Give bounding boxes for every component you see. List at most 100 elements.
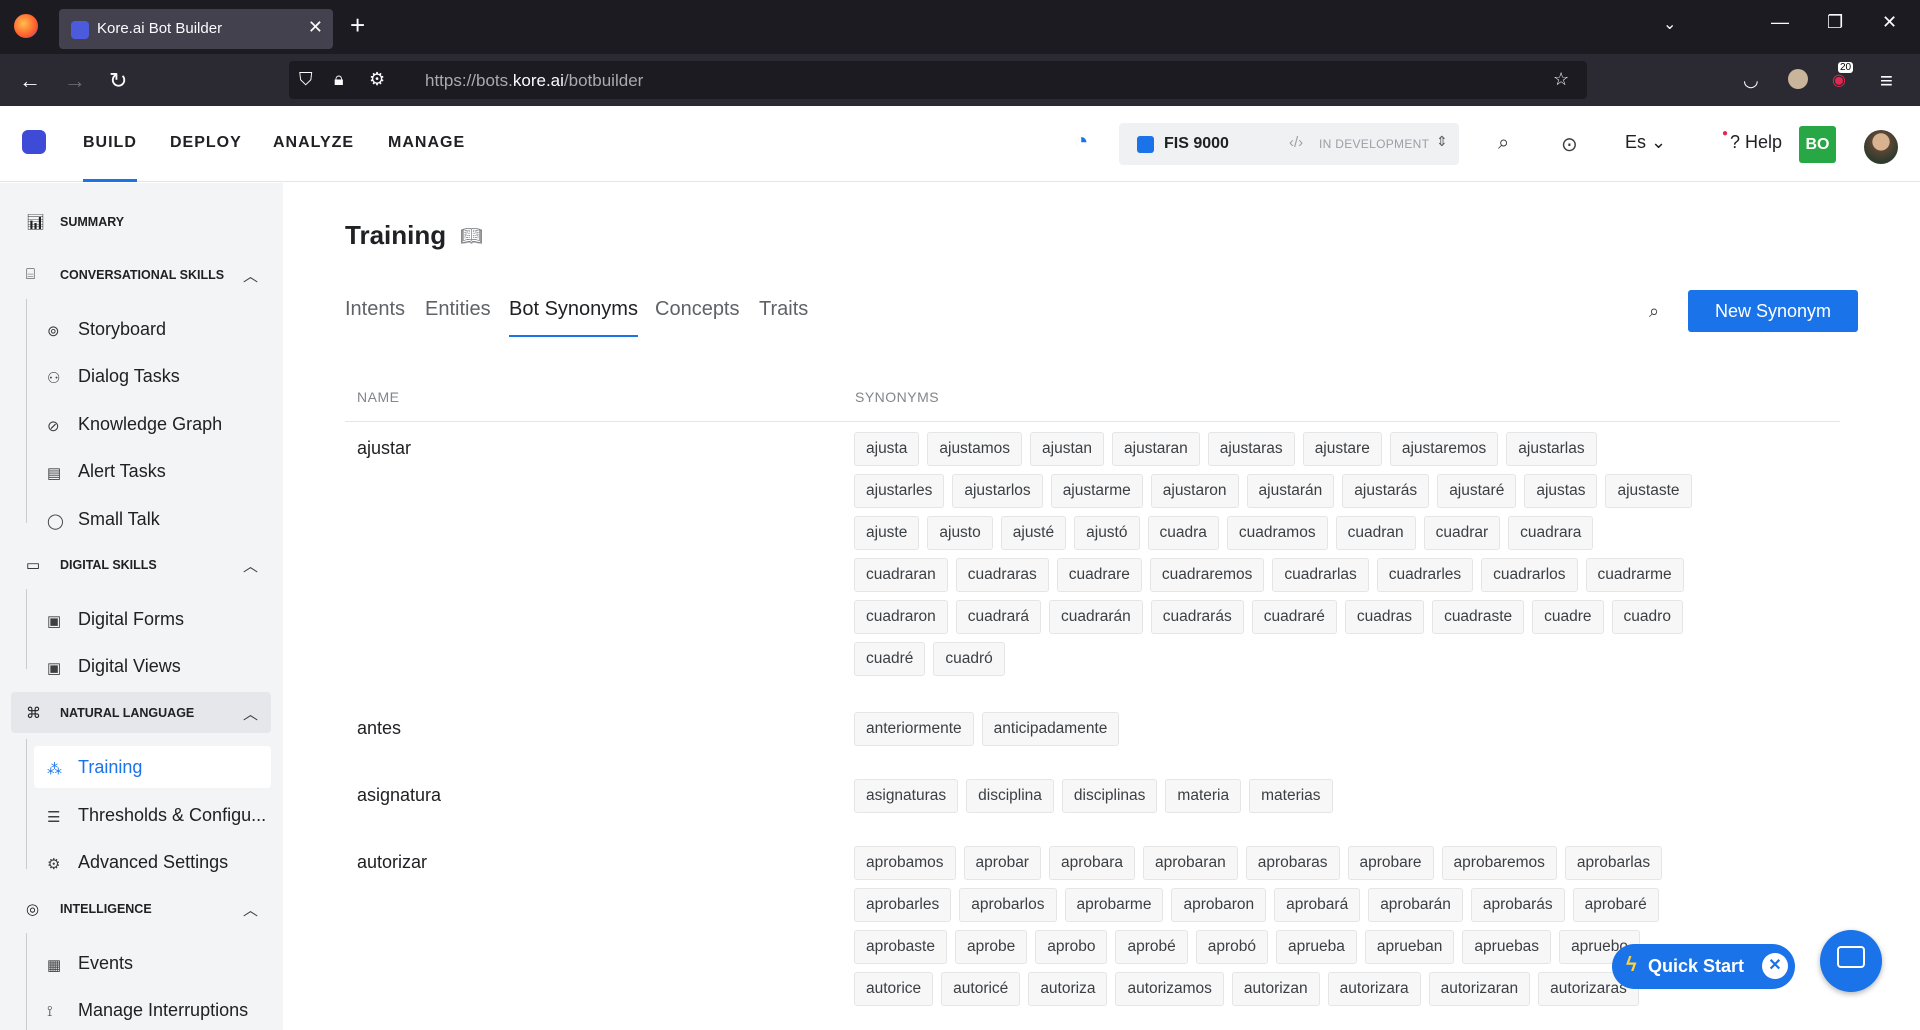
lock-icon[interactable]: 🔒︎: [334, 69, 344, 90]
synonym-chip[interactable]: cuadraron: [854, 600, 948, 634]
chat-launcher-button[interactable]: [1820, 930, 1882, 992]
synonym-chip[interactable]: ajustas: [1524, 474, 1598, 508]
synonym-chip[interactable]: ajustaré: [1437, 474, 1517, 508]
menu-icon[interactable]: ≡: [1880, 68, 1893, 94]
synonym-chip[interactable]: ajustaran: [1112, 432, 1200, 466]
synonym-chip[interactable]: aprobe: [954, 930, 1028, 964]
synonym-chip[interactable]: aprobaste: [854, 930, 947, 964]
synonym-chip[interactable]: anticipadamente: [981, 712, 1120, 746]
pocket-icon[interactable]: ◡: [1743, 70, 1759, 91]
synonym-chip[interactable]: ajustó: [1074, 516, 1140, 550]
tab-entities[interactable]: Entities: [425, 298, 491, 321]
synonym-chip[interactable]: disciplinas: [1061, 779, 1158, 813]
row-name[interactable]: asignatura: [357, 785, 441, 806]
synonym-chip[interactable]: ajustaste: [1605, 474, 1692, 508]
synonym-chip[interactable]: aprobé: [1115, 930, 1188, 964]
synonym-chip[interactable]: aprueban: [1364, 930, 1455, 964]
synonym-chip[interactable]: cuadramos: [1226, 516, 1328, 550]
row-name[interactable]: antes: [357, 718, 401, 739]
synonym-chip[interactable]: cuadrarles: [1376, 558, 1474, 592]
synonym-chip[interactable]: ajustaron: [1150, 474, 1239, 508]
book-icon[interactable]: 📖︎: [460, 226, 483, 247]
synonym-chip[interactable]: cuadré: [854, 642, 926, 676]
synonym-chip[interactable]: apruebas: [1462, 930, 1552, 964]
synonym-chip[interactable]: cuadra: [1147, 516, 1219, 550]
synonym-chip[interactable]: cuadró: [933, 642, 1005, 676]
synonym-chip[interactable]: aprobar: [963, 846, 1041, 880]
synonym-chip[interactable]: cuadran: [1335, 516, 1416, 550]
synonym-chip[interactable]: cuadraras: [955, 558, 1049, 592]
synonym-chip[interactable]: ajustarlos: [952, 474, 1043, 508]
reload-icon[interactable]: ↻: [109, 68, 127, 94]
nav-analyze[interactable]: ANALYZE: [273, 134, 354, 152]
synonym-chip[interactable]: ajustaras: [1207, 432, 1295, 466]
search-icon[interactable]: ⌕: [1498, 132, 1509, 155]
synonym-chip[interactable]: aprobará: [1274, 888, 1361, 922]
synonym-chip[interactable]: aprobarás: [1470, 888, 1565, 922]
synonym-chip[interactable]: aprobo: [1035, 930, 1108, 964]
synonym-chip[interactable]: aprobarlos: [959, 888, 1057, 922]
synonym-chip[interactable]: autorizamos: [1115, 972, 1224, 1006]
nav-deploy[interactable]: DEPLOY: [170, 134, 242, 152]
target-icon[interactable]: ⊙: [1561, 132, 1578, 157]
synonym-chip[interactable]: cuadrará: [955, 600, 1041, 634]
permissions-icon[interactable]: ⚙: [369, 69, 385, 90]
close-icon[interactable]: ✕: [1762, 953, 1788, 979]
synonym-chip[interactable]: aprobamos: [854, 846, 956, 880]
synonym-chip[interactable]: ajustamos: [927, 432, 1023, 466]
bot-selector[interactable]: FIS 9000 ‹/› IN DEVELOPMENT ⇕: [1119, 123, 1459, 165]
synonym-chip[interactable]: aprobaran: [1143, 846, 1238, 880]
close-tab-icon[interactable]: ✕: [308, 17, 323, 38]
chevron-up-icon[interactable]: ︿: [243, 703, 258, 724]
synonym-chip[interactable]: cuadraremos: [1149, 558, 1265, 592]
bookmark-star-icon[interactable]: ☆: [1553, 69, 1569, 90]
synonym-chip[interactable]: cuadrarás: [1150, 600, 1244, 634]
synonym-chip[interactable]: aprobaron: [1171, 888, 1267, 922]
synonym-chip[interactable]: asignaturas: [854, 779, 959, 813]
browser-tab[interactable]: Kore.ai Bot Builder ✕: [59, 9, 333, 49]
chevron-up-icon[interactable]: ︿: [243, 265, 258, 286]
publish-status-icon[interactable]: ◔: [1074, 128, 1089, 156]
synonym-chip[interactable]: ajusta: [854, 432, 920, 466]
synonym-chip[interactable]: ajustarán: [1246, 474, 1335, 508]
tab-traits[interactable]: Traits: [759, 298, 808, 321]
back-icon[interactable]: ←: [19, 68, 41, 94]
synonym-chip[interactable]: ajustarme: [1050, 474, 1143, 508]
row-name[interactable]: autorizar: [357, 852, 427, 873]
synonym-chip[interactable]: ajustaremos: [1389, 432, 1499, 466]
chevron-up-icon[interactable]: ︿: [243, 555, 258, 576]
synonym-chip[interactable]: materias: [1249, 779, 1333, 813]
help-button[interactable]: ●? Help: [1722, 128, 1782, 153]
synonym-chip[interactable]: ajustan: [1030, 432, 1105, 466]
synonym-chip[interactable]: ajustarlas: [1506, 432, 1597, 466]
synonym-chip[interactable]: aprueba: [1276, 930, 1357, 964]
nav-manage[interactable]: MANAGE: [388, 134, 465, 152]
synonym-chip[interactable]: aprobó: [1195, 930, 1269, 964]
synonym-chip[interactable]: cuadrarlos: [1481, 558, 1578, 592]
synonym-chip[interactable]: autoriza: [1028, 972, 1108, 1006]
synonym-chip[interactable]: aprobaremos: [1441, 846, 1557, 880]
synonym-chip[interactable]: cuadrar: [1423, 516, 1501, 550]
synonym-chip[interactable]: autorizaran: [1428, 972, 1531, 1006]
synonym-chip[interactable]: ajuste: [854, 516, 920, 550]
chevron-up-icon[interactable]: ︿: [243, 899, 258, 920]
synonym-chip[interactable]: ajustarles: [854, 474, 945, 508]
tab-intents[interactable]: Intents: [345, 298, 405, 321]
search-icon[interactable]: ⌕: [1649, 301, 1659, 322]
synonym-chip[interactable]: aprobarme: [1064, 888, 1164, 922]
synonym-chip[interactable]: cuadrarán: [1048, 600, 1143, 634]
new-tab-icon[interactable]: +: [350, 10, 365, 41]
synonym-chip[interactable]: autorizan: [1231, 972, 1320, 1006]
user-initials-badge[interactable]: BO: [1799, 126, 1836, 163]
url-text[interactable]: https://bots.kore.ai/botbuilder: [425, 71, 643, 91]
minimize-icon[interactable]: —: [1771, 12, 1789, 33]
synonym-chip[interactable]: aprobara: [1048, 846, 1136, 880]
synonym-chip[interactable]: ajustarás: [1342, 474, 1430, 508]
synonym-chip[interactable]: cuadraste: [1432, 600, 1525, 634]
synonym-chip[interactable]: ajustare: [1302, 432, 1382, 466]
synonym-chip[interactable]: cuadrarme: [1585, 558, 1684, 592]
synonym-chip[interactable]: autoricé: [941, 972, 1021, 1006]
synonym-chip[interactable]: autorizara: [1327, 972, 1421, 1006]
synonym-chip[interactable]: autorice: [854, 972, 934, 1006]
synonym-chip[interactable]: aprobarán: [1368, 888, 1463, 922]
